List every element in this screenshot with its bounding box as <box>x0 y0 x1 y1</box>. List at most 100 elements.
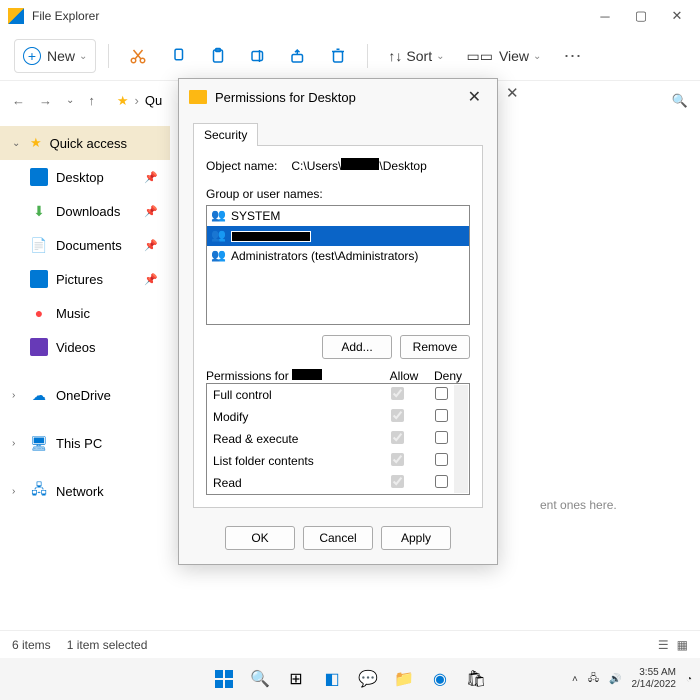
sort-button[interactable]: ↑↓Sort ⌄ <box>380 39 452 73</box>
tray-chevron[interactable]: ˄ <box>572 674 578 685</box>
apply-button[interactable]: Apply <box>381 526 451 550</box>
sidebar-downloads[interactable]: ⬇Downloads📌 <box>0 194 170 228</box>
sidebar-onedrive[interactable]: ›☁OneDrive <box>0 378 170 412</box>
scrollbar[interactable] <box>454 385 468 493</box>
toolbar: + New ⌄ ↑↓Sort ⌄ ▭▭View ⌄ ⋯ <box>0 32 700 80</box>
hint-text: ent ones here. <box>540 498 617 512</box>
rename-button[interactable] <box>241 39 275 73</box>
sidebar-pictures[interactable]: Pictures📌 <box>0 262 170 296</box>
ok-button[interactable]: OK <box>225 526 295 550</box>
pin-icon: 📌 <box>144 171 158 184</box>
close-button[interactable]: ✕ <box>670 9 684 23</box>
chevron-down-icon[interactable]: ⌄ <box>66 95 74 106</box>
volume-tray-icon[interactable]: 🔊 <box>609 674 621 685</box>
security-tab[interactable]: Security <box>193 123 258 146</box>
perm-list-folder: List folder contents <box>207 450 469 472</box>
users-icon <box>211 248 227 264</box>
network-icon: 🖧 <box>30 482 48 500</box>
widgets-button[interactable]: ◧ <box>319 666 345 692</box>
perm-read: Read <box>207 472 469 494</box>
sidebar: ⌄ ★ Quick access Desktop📌 ⬇Downloads📌 📄D… <box>0 120 170 630</box>
explorer-icon <box>8 8 24 24</box>
ghost-close-button[interactable]: ✕ <box>506 84 519 102</box>
cut-button[interactable] <box>121 39 155 73</box>
taskview-button[interactable]: ⊞ <box>283 666 309 692</box>
network-tray-icon[interactable]: 🖧 <box>588 671 599 688</box>
chevron-right-icon: › <box>12 438 22 449</box>
taskbar: 🔍 ⊞ ◧ 💬 📁 ◉ 🛍 ˄ 🖧 🔊 3:55 AM 2/14/2022 ◔ <box>0 658 700 700</box>
permissions-list: Full control Modify Read & execute List … <box>206 383 470 495</box>
more-button[interactable]: ⋯ <box>555 39 589 73</box>
dialog-titlebar: Permissions for Desktop ✕ <box>179 79 497 115</box>
notifications-button[interactable]: ◔ <box>686 674 692 685</box>
permissions-dialog: Permissions for Desktop ✕ Security Objec… <box>178 78 498 565</box>
allow-checkbox[interactable] <box>391 475 404 488</box>
redacted-text <box>292 369 322 380</box>
selection-count: 1 item selected <box>67 638 148 652</box>
sidebar-documents[interactable]: 📄Documents📌 <box>0 228 170 262</box>
view-button[interactable]: ▭▭View ⌄ <box>458 39 549 73</box>
dialog-close-button[interactable]: ✕ <box>462 87 487 107</box>
deny-checkbox[interactable] <box>435 453 448 466</box>
redacted-text <box>341 158 379 170</box>
store-taskbar[interactable]: 🛍 <box>463 666 489 692</box>
remove-button[interactable]: Remove <box>400 335 470 359</box>
sidebar-network[interactable]: ›🖧Network <box>0 474 170 508</box>
cloud-icon: ☁ <box>30 386 48 404</box>
user-list[interactable]: SYSTEM Administrators (test\Administrato… <box>206 205 470 325</box>
thumbnails-view-button[interactable]: ▦ <box>677 638 688 652</box>
allow-checkbox[interactable] <box>391 387 404 400</box>
edge-taskbar[interactable]: ◉ <box>427 666 453 692</box>
sidebar-music[interactable]: ●Music <box>0 296 170 330</box>
redacted-text <box>231 231 311 242</box>
deny-checkbox[interactable] <box>435 409 448 422</box>
start-button[interactable] <box>211 666 237 692</box>
users-icon <box>211 208 227 224</box>
search-button[interactable]: 🔍 <box>672 93 688 109</box>
allow-checkbox[interactable] <box>391 409 404 422</box>
maximize-button[interactable]: ▢ <box>634 9 648 23</box>
user-system[interactable]: SYSTEM <box>207 206 469 226</box>
chat-button[interactable]: 💬 <box>355 666 381 692</box>
minimize-button[interactable]: ─ <box>598 9 612 23</box>
paste-button[interactable] <box>201 39 235 73</box>
user-administrators[interactable]: Administrators (test\Administrators) <box>207 246 469 266</box>
video-icon <box>30 338 48 356</box>
details-view-button[interactable]: ☰ <box>658 638 669 652</box>
deny-checkbox[interactable] <box>435 387 448 400</box>
sidebar-videos[interactable]: Videos <box>0 330 170 364</box>
user-selected[interactable] <box>207 226 469 246</box>
perm-modify: Modify <box>207 406 469 428</box>
pin-icon: 📌 <box>144 205 158 218</box>
chevron-right-icon: › <box>12 486 22 497</box>
chevron-down-icon: ⌄ <box>533 51 541 62</box>
sidebar-quick-access[interactable]: ⌄ ★ Quick access <box>0 126 170 160</box>
window-title: File Explorer <box>32 9 598 23</box>
dialog-title: Permissions for Desktop <box>215 90 356 105</box>
delete-button[interactable] <box>321 39 355 73</box>
add-button[interactable]: Add... <box>322 335 392 359</box>
item-count: 6 items <box>12 638 51 652</box>
allow-checkbox[interactable] <box>391 431 404 444</box>
allow-checkbox[interactable] <box>391 453 404 466</box>
search-taskbar[interactable]: 🔍 <box>247 666 273 692</box>
star-icon: ★ <box>117 93 129 109</box>
clock[interactable]: 3:55 AM 2/14/2022 <box>631 667 676 691</box>
statusbar: 6 items 1 item selected ☰ ▦ <box>0 630 700 658</box>
new-button[interactable]: + New ⌄ <box>14 39 96 73</box>
divider <box>108 44 109 68</box>
chevron-right-icon: › <box>12 390 22 401</box>
share-button[interactable] <box>281 39 315 73</box>
sidebar-thispc[interactable]: ›🖥This PC <box>0 426 170 460</box>
deny-checkbox[interactable] <box>435 431 448 444</box>
deny-checkbox[interactable] <box>435 475 448 488</box>
cancel-button[interactable]: Cancel <box>303 526 373 550</box>
up-button[interactable]: ↑ <box>88 93 95 108</box>
copy-button[interactable] <box>161 39 195 73</box>
sidebar-desktop[interactable]: Desktop📌 <box>0 160 170 194</box>
back-button[interactable]: ← <box>12 93 25 108</box>
music-icon: ● <box>30 304 48 322</box>
pc-icon: 🖥 <box>30 434 48 452</box>
explorer-taskbar[interactable]: 📁 <box>391 666 417 692</box>
forward-button[interactable]: → <box>39 93 52 108</box>
